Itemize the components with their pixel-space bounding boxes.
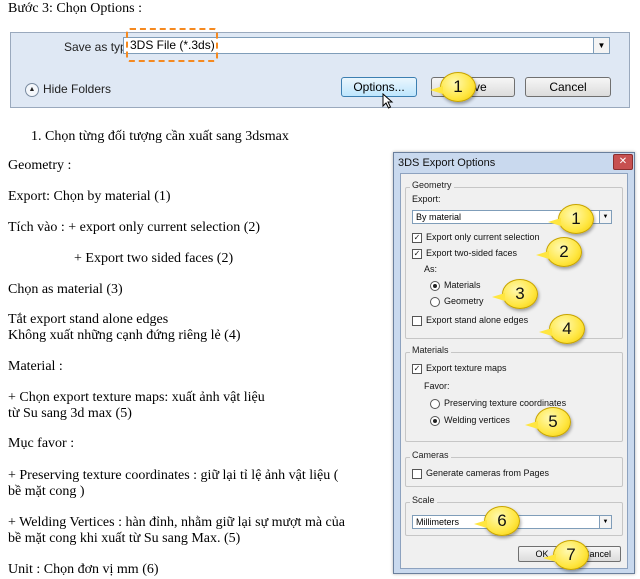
body-line: Export: Chọn by material (1) [8, 189, 171, 204]
save-dialog-strip: Save as type: 3DS File (*.3ds) ▼ ▲ Hide F… [10, 28, 630, 109]
scale-value: Millimeters [416, 517, 460, 527]
cameras-group-label: Cameras [410, 450, 451, 460]
highlight-dashed-box [126, 28, 218, 62]
body-line: bề mặt cong khi xuất từ Su sang Max. (5) [8, 531, 241, 546]
callout-1-options: 1 [430, 72, 476, 102]
favor-label: Favor: [424, 381, 450, 391]
as-label: As: [424, 264, 438, 274]
radio-selected-icon [430, 280, 440, 291]
hide-folders-label: Hide Folders [43, 82, 112, 96]
list-item-1: 1. Chọn từng đối tượng cần xuất sang 3ds… [31, 129, 289, 144]
checkbox-label: Export two-sided faces [426, 248, 518, 258]
radio-label: Geometry [444, 296, 484, 306]
body-line: + Welding Vertices : hàn đỉnh, nhằm giữ … [8, 515, 345, 530]
checkbox-label: Export stand alone edges [426, 315, 529, 325]
export-stand-alone-checkbox[interactable]: Export stand alone edges [412, 315, 528, 326]
export-label: Export: [412, 194, 441, 204]
chevron-down-icon[interactable]: ▼ [599, 211, 611, 223]
materials-group: Materials ✓ Export texture maps Favor: Pr… [405, 345, 623, 442]
export-texture-maps-checkbox[interactable]: ✓ Export texture maps [412, 363, 507, 374]
checkbox-label: Export only current selection [426, 232, 540, 242]
close-icon[interactable]: ✕ [613, 154, 633, 170]
body-line: Mục favor : [8, 436, 75, 451]
welding-vertices-radio[interactable]: Welding vertices [430, 415, 510, 426]
checkbox-empty-icon [412, 315, 422, 326]
body-line: Không xuất những cạnh đứng riêng lẻ (4) [8, 328, 241, 343]
radio-label: Materials [444, 280, 481, 290]
callout-7-ok: 7 [543, 540, 589, 570]
checkmark-icon: ✓ [412, 363, 422, 374]
callout-2-checkboxes: 2 [536, 237, 582, 267]
chevron-up-icon: ▲ [25, 82, 39, 97]
callout-3-materials: 3 [492, 279, 538, 309]
geometry-radio[interactable]: Geometry [430, 296, 484, 307]
checkmark-icon: ✓ [412, 232, 422, 243]
callout-1-export-mode: 1 [548, 204, 594, 234]
hide-folders-toggle[interactable]: ▲ Hide Folders [25, 82, 111, 97]
body-line: Tắt export stand alone edges [8, 312, 169, 327]
body-line: từ Su sang 3d max (5) [8, 406, 132, 421]
export-two-sided-checkbox[interactable]: ✓ Export two-sided faces [412, 248, 517, 259]
body-line: + Export two sided faces (2) [74, 251, 234, 266]
dialog-title: 3DS Export Options [398, 157, 496, 169]
chevron-down-icon[interactable]: ▼ [593, 38, 609, 53]
checkbox-label: Export texture maps [426, 363, 507, 373]
materials-group-label: Materials [410, 345, 451, 355]
mouse-cursor-icon [382, 93, 394, 109]
callout-4-stand-alone: 4 [539, 314, 585, 344]
body-line: Material : [8, 359, 63, 374]
chevron-down-icon[interactable]: ▼ [599, 516, 611, 528]
scale-group-label: Scale [410, 495, 437, 505]
step-heading: Bước 3: Chọn Options : [8, 1, 142, 16]
geometry-group-label: Geometry [410, 180, 454, 190]
export-only-selection-checkbox[interactable]: ✓ Export only current selection [412, 232, 540, 243]
cameras-group: Cameras Generate cameras from Pages [405, 450, 623, 487]
body-line: bề mặt cong ) [8, 484, 85, 499]
radio-label: Welding vertices [444, 415, 510, 425]
body-line: + Preserving texture coordinates : giữ l… [8, 468, 339, 483]
cancel-button[interactable]: Cancel [525, 77, 611, 97]
checkmark-icon: ✓ [412, 248, 422, 259]
generate-cameras-checkbox[interactable]: Generate cameras from Pages [412, 468, 549, 479]
radio-icon [430, 296, 440, 307]
body-line: Geometry : [8, 158, 72, 173]
body-line: + Chọn export texture maps: xuất ảnh vật… [8, 390, 265, 405]
body-line: Tích vào : + export only current selecti… [8, 220, 261, 235]
body-line: Unit : Chọn đơn vị mm (6) [8, 562, 159, 577]
callout-5-welding: 5 [525, 407, 571, 437]
checkbox-label: Generate cameras from Pages [426, 468, 550, 478]
body-line: Chọn as material (3) [8, 282, 123, 297]
export-mode-value: By material [416, 212, 462, 222]
materials-radio[interactable]: Materials [430, 280, 481, 291]
radio-icon [430, 398, 440, 409]
callout-6-scale: 6 [474, 506, 520, 536]
checkbox-empty-icon [412, 468, 422, 479]
options-button[interactable]: Options... [341, 77, 417, 97]
radio-selected-icon [430, 415, 440, 426]
